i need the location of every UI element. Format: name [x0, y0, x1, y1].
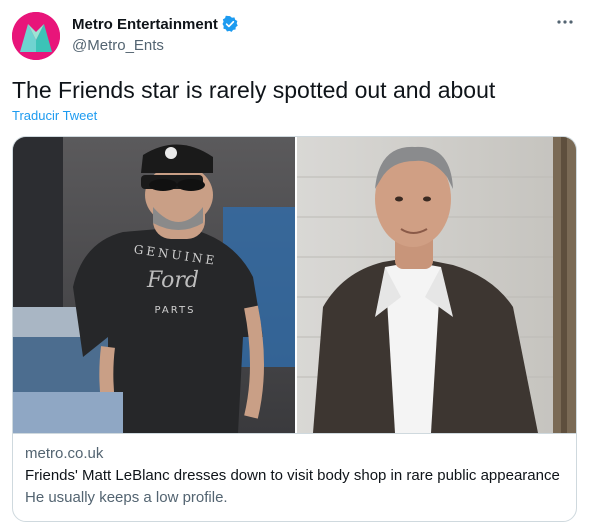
verified-badge-icon: [221, 15, 239, 33]
shirt-text-bottom: PARTS: [155, 305, 196, 316]
more-options-button[interactable]: [555, 12, 575, 32]
more-options-icon: [557, 20, 573, 24]
tweet-text: The Friends star is rarely spotted out a…: [12, 77, 496, 103]
author-handle[interactable]: @Metro_Ents: [72, 37, 239, 54]
card-domain: metro.co.uk: [25, 445, 104, 462]
link-preview-card[interactable]: GENUINE Ford PARTS metro.co.uk Friends' …: [12, 136, 577, 522]
metro-logo-icon: [12, 12, 60, 60]
card-description: He usually keeps a low profile.: [25, 489, 228, 506]
card-image: GENUINE Ford PARTS: [13, 137, 576, 433]
author-display-name[interactable]: Metro Entertainment: [72, 16, 218, 33]
author-avatar[interactable]: [12, 12, 60, 60]
shirt-text-script: Ford: [146, 268, 199, 293]
card-title[interactable]: Friends' Matt LeBlanc dresses down to vi…: [25, 466, 566, 486]
translate-tweet-link[interactable]: Traducir Tweet: [12, 108, 97, 123]
